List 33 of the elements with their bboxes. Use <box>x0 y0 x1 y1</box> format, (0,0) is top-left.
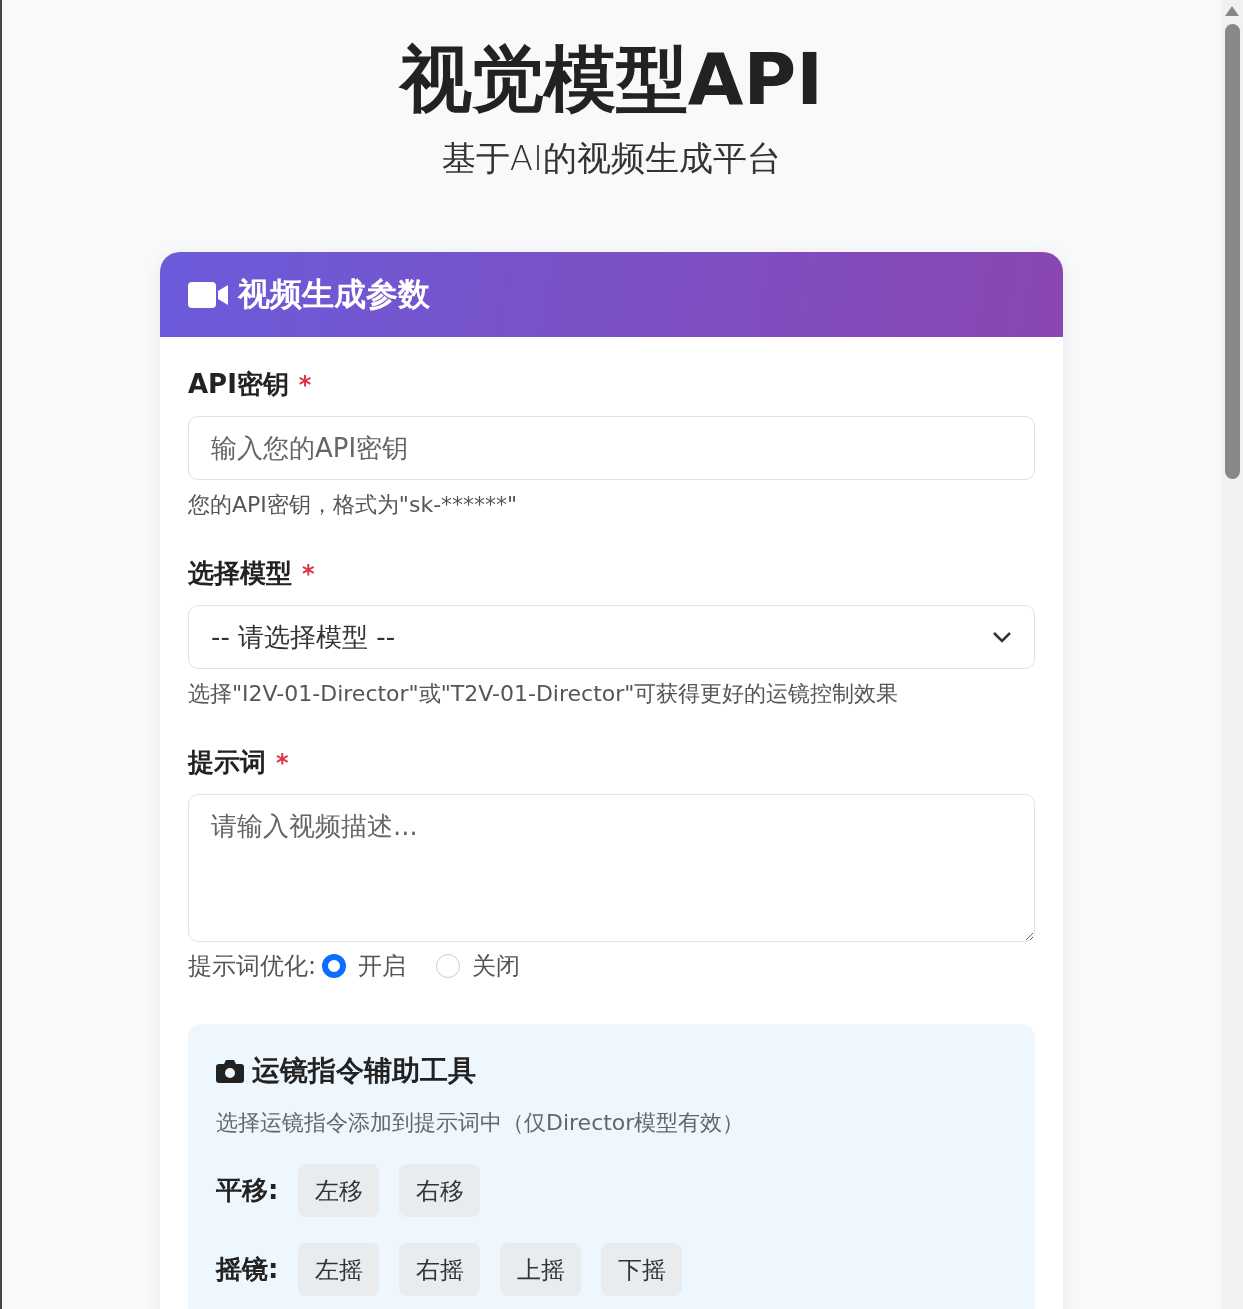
help-text: 选择"I2V-01-Director"或"T2V-01-Director"可获得更好的运镜控制效果 <box>188 680 900 709</box>
camera-command-button[interactable]: 右移 <box>399 1164 481 1218</box>
help-text: 您的API密钥，格式为"sk-******" <box>188 491 519 520</box>
video-camera-icon <box>188 281 228 308</box>
radio-button[interactable] <box>436 954 461 979</box>
radio-label: 关闭 <box>472 951 521 983</box>
tools-description: 选择运镜指令添加到提示词中（仅Director模型有效） <box>216 1109 746 1138</box>
camera-command-button[interactable]: 下摇 <box>601 1243 683 1297</box>
radio-label: 开启 <box>358 951 407 983</box>
group-label: 平移: <box>216 1174 279 1208</box>
textarea-field[interactable]: 请输入视频描述... <box>188 794 1035 943</box>
chevron-icon <box>992 631 1012 644</box>
camera-command-button[interactable]: 右摇 <box>399 1243 481 1297</box>
tools-title: 运镜指令辅助工具 <box>252 1053 476 1090</box>
field-label: 提示词 <box>188 746 266 780</box>
camera-command-button[interactable]: 左移 <box>298 1164 380 1218</box>
card-title: 视频生成参数 <box>238 273 430 315</box>
page-subtitle: 基于AI的视频生成平台 <box>441 137 782 181</box>
required-mark: * <box>276 748 289 777</box>
camera-command-button[interactable]: 左摇 <box>298 1243 380 1297</box>
radio-button[interactable] <box>322 954 347 979</box>
scrollbar-thumb[interactable] <box>1224 24 1240 479</box>
required-mark: * <box>298 370 312 399</box>
field-label: API密钥 <box>188 368 289 402</box>
input-field[interactable]: 输入您的API密钥 <box>188 416 1035 481</box>
camera-icon <box>216 1059 244 1084</box>
option-label: 提示词优化: <box>188 951 317 983</box>
group-label: 摇镜: <box>216 1253 279 1287</box>
camera-command-button[interactable]: 上摇 <box>500 1243 582 1297</box>
field-label: 选择模型 <box>188 557 292 591</box>
required-mark: * <box>302 559 315 588</box>
select-field[interactable]: -- 请选择模型 -- <box>188 605 1035 670</box>
page-title: 视觉模型API <box>399 36 824 123</box>
